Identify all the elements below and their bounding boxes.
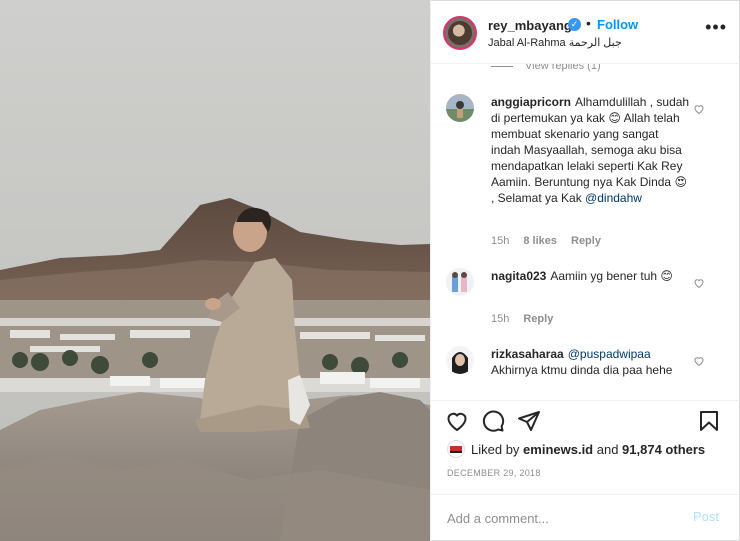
comment-avatar[interactable] [446,268,474,296]
comment-username[interactable]: nagita023 [491,269,546,283]
reply-button[interactable]: Reply [571,235,601,247]
heart-icon[interactable] [693,102,705,115]
comment-username[interactable]: anggiapricorn [491,95,571,109]
save-icon[interactable] [697,409,721,433]
comment-time: 15h [491,313,510,325]
liked-by-prefix: Liked by [471,442,524,457]
liked-by-middle: and [593,442,623,457]
verified-icon: ✓ [568,18,581,31]
post-comment-button[interactable]: Post [693,509,719,524]
comment-mention[interactable]: @puspadwipaa [568,347,651,361]
heart-icon[interactable] [693,354,705,367]
comment-mention[interactable]: @dindahw [585,191,642,205]
header-separator: • [586,15,591,31]
add-comment-input[interactable] [445,507,679,529]
liked-by-text: Liked by eminews.id and 91,874 others [471,442,705,457]
comment-content: Aamiin yg bener tuh 😊 [550,269,673,283]
comment-meta: 15h 8 likes Reply [491,235,615,247]
comment-username[interactable]: rizkasaharaa [491,347,564,361]
comment-avatar[interactable] [446,346,474,374]
comment-content: Akhirnya ktmu dinda dia paa hehe [491,363,673,377]
reply-button[interactable]: Reply [523,313,553,325]
comment-meta: 15h Reply [491,313,567,325]
post-header: rey_mbayang ✓ • Follow Jabal Al-Rahma جب… [431,0,740,64]
comment-icon[interactable] [481,409,505,433]
comment-text: rizkasaharaa @puspadwipaa Akhirnya ktmu di… [491,346,691,378]
liker-username[interactable]: eminews.id [523,442,593,457]
post-date[interactable]: DECEMBER 29, 2018 [447,468,541,478]
comments-list[interactable]: View replies (1) anggiapricorn Alhamdulil… [431,64,740,400]
comment-text: anggiapricorn Alhamdulillah , sudah di pe… [491,94,691,206]
author-avatar[interactable] [443,16,477,50]
follow-button[interactable]: Follow [597,17,638,32]
comment-likes[interactable]: 8 likes [523,235,557,247]
comment-content: Alhamdulillah , sudah di pertemukan ya k… [491,95,690,205]
post-photo[interactable] [0,0,430,541]
post-location[interactable]: Jabal Al-Rahma جبل الرحمة [488,36,622,49]
comment-avatar[interactable] [446,94,474,122]
view-replies-label: View replies (1) [525,64,601,72]
view-replies-button[interactable]: View replies (1) [491,64,601,72]
author-username[interactable]: rey_mbayang [488,18,572,33]
share-icon[interactable] [517,409,541,433]
liker-avatar[interactable] [447,440,465,458]
heart-icon[interactable] [445,409,469,433]
photo-scene [0,0,430,541]
action-bar [431,400,740,440]
more-icon[interactable]: ••• [705,18,727,36]
comment-time: 15h [491,235,510,247]
post-side-panel: rey_mbayang ✓ • Follow Jabal Al-Rahma جب… [430,0,740,541]
add-comment-bar: Post [431,494,740,541]
likes-count[interactable]: 91,874 others [622,442,705,457]
heart-icon[interactable] [693,276,705,289]
replies-divider [491,65,513,67]
comment-text: nagita023 Aamiin yg bener tuh 😊 [491,268,691,284]
